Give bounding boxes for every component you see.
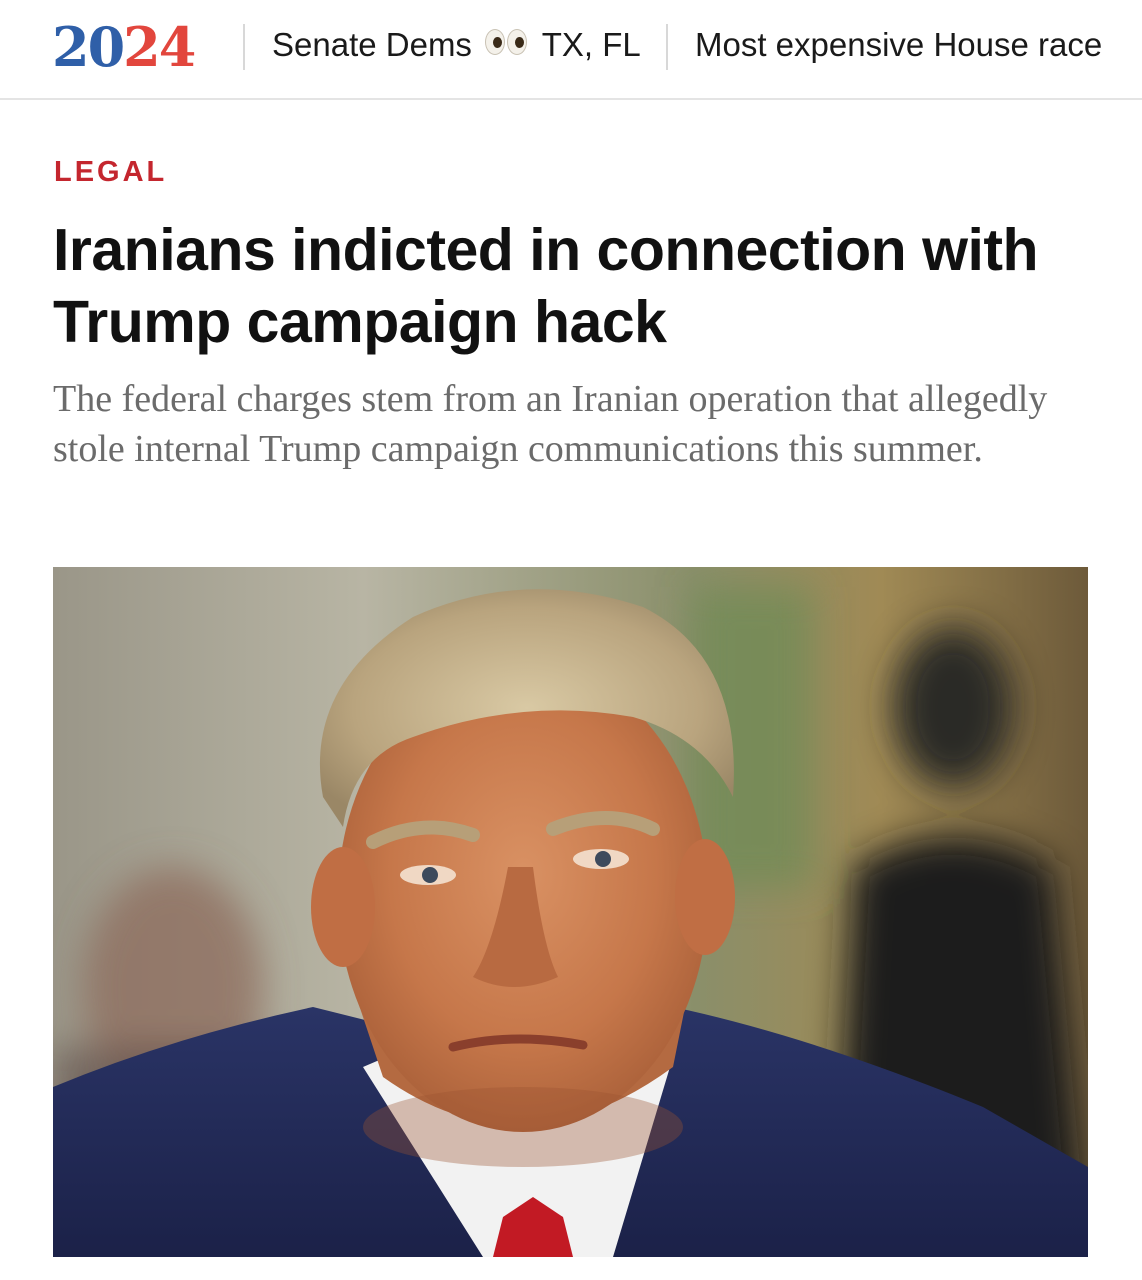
- election-2024-logo[interactable]: 2024: [52, 14, 197, 80]
- logo-digit: 0: [87, 15, 126, 79]
- nav-link-senate-dems[interactable]: Senate Dems TX, FL: [272, 22, 641, 68]
- top-navigation-bar: 2024 Senate Dems TX, FL Most expensive H…: [0, 0, 1142, 100]
- article-category-label[interactable]: LEGAL: [54, 156, 167, 189]
- nav-divider: [666, 24, 668, 70]
- nav-link-house-race[interactable]: Most expensive House race: [695, 22, 1102, 68]
- portrait-photo-illustration: [53, 567, 1088, 1257]
- nav-link-label: Most expensive House race: [695, 26, 1103, 63]
- nav-divider: [243, 24, 245, 70]
- nav-link-label: Senate Dems: [272, 26, 472, 63]
- eyes-emoji-icon: [485, 21, 529, 67]
- logo-digit: 4: [158, 15, 197, 79]
- article-headline[interactable]: Iranians indicted in connection with Tru…: [53, 214, 1093, 358]
- article-lead-photo[interactable]: [53, 567, 1088, 1257]
- nav-link-label: TX, FL: [541, 26, 641, 63]
- article-dek: The federal charges stem from an Iranian…: [53, 378, 1048, 470]
- logo-digit: 2: [52, 15, 90, 79]
- logo-digit: 2: [123, 15, 161, 79]
